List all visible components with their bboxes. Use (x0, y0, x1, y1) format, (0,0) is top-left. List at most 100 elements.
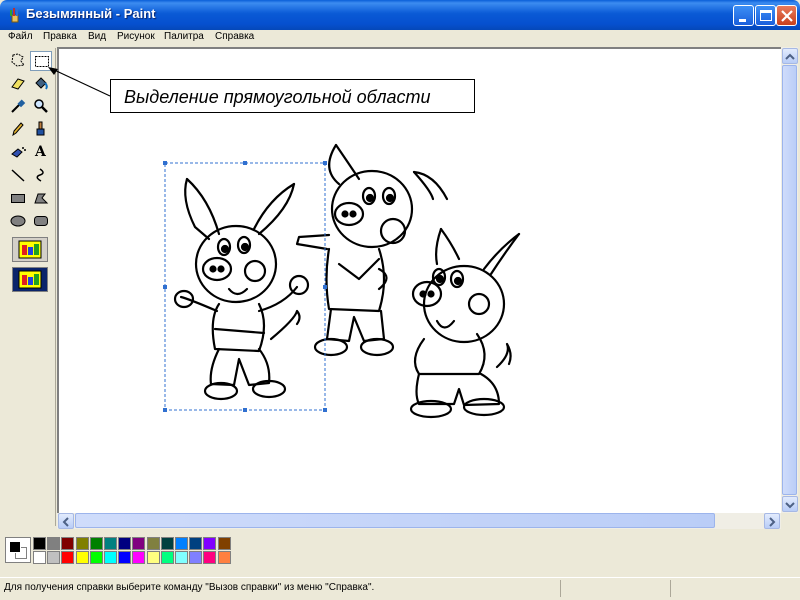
tool-color-picker[interactable] (7, 97, 29, 117)
title-bar[interactable]: Безымянный - Paint (0, 0, 800, 30)
vertical-scroll-thumb[interactable] (782, 65, 797, 495)
brush-icon (36, 121, 45, 136)
callout-text: Выделение прямоугольной области (124, 87, 431, 107)
status-divider (670, 580, 671, 597)
scroll-up-button[interactable] (782, 48, 798, 64)
status-text: Для получения справки выберите команду "… (4, 582, 375, 593)
arrow-left-icon (62, 517, 69, 527)
palette-color-swatch[interactable] (132, 537, 146, 550)
palette-color-swatch[interactable] (89, 537, 103, 550)
tool-magnifier[interactable] (30, 97, 52, 117)
pencil-icon (12, 122, 24, 137)
horizontal-scrollbar[interactable] (57, 513, 781, 529)
tool-pencil[interactable] (7, 120, 29, 140)
curve-icon (36, 168, 44, 182)
palette-color-swatch[interactable] (75, 537, 89, 550)
menu-help[interactable]: Справка (215, 30, 254, 44)
palette-color-swatch[interactable] (146, 537, 160, 550)
palette-color-swatch[interactable] (89, 551, 103, 564)
tool-ellipse[interactable] (7, 212, 29, 232)
paint-window: Безымянный - Paint Файл Правка Вид Рисун… (0, 0, 800, 600)
palette-color-swatch[interactable] (104, 551, 117, 564)
palette-color-swatch[interactable] (160, 551, 174, 564)
maximize-button[interactable] (755, 5, 776, 26)
tool-free-form-select[interactable] (7, 51, 29, 71)
minimize-icon (739, 19, 746, 22)
menu-colors[interactable]: Палитра (164, 30, 204, 44)
tool-rounded-rectangle[interactable] (30, 212, 52, 232)
palette-color-swatch[interactable] (217, 537, 231, 550)
ellipse-icon (10, 215, 26, 227)
palette-color-swatch[interactable] (47, 537, 61, 550)
foreground-color-swatch (9, 541, 21, 553)
window-title: Безымянный - Paint (26, 6, 156, 21)
palette-color-swatch[interactable] (75, 551, 89, 564)
tool-rectangle[interactable] (7, 189, 29, 209)
palette-color-swatch[interactable] (118, 551, 132, 564)
pig-drawing (163, 143, 521, 419)
palette-color-swatch[interactable] (61, 551, 75, 564)
paint-app-icon (10, 8, 19, 23)
tool-options-box (12, 237, 50, 293)
tool-box: A (3, 48, 56, 526)
tool-eraser[interactable] (7, 74, 29, 94)
palette-color-swatch[interactable] (175, 551, 188, 564)
palette-color-swatch[interactable] (132, 551, 146, 564)
palette-color-swatch[interactable] (61, 537, 75, 550)
tool-airbrush[interactable] (7, 143, 29, 163)
magnifier-icon (34, 99, 48, 113)
palette-color-swatch[interactable] (175, 537, 188, 550)
transparent-on-option[interactable] (12, 267, 48, 292)
callout-label: Выделение прямоугольной области (110, 79, 475, 113)
tool-curve[interactable] (30, 166, 52, 186)
tool-text[interactable]: A (30, 143, 52, 163)
transparent-off-option[interactable] (12, 237, 48, 262)
maximize-icon (760, 10, 772, 21)
palette-color-swatch[interactable] (203, 551, 217, 564)
current-colors (5, 537, 31, 563)
menu-image[interactable]: Рисунок (117, 30, 155, 44)
color-picker-icon (11, 99, 26, 113)
close-icon (781, 10, 793, 22)
palette-color-swatch[interactable] (160, 537, 174, 550)
palette-color-swatch[interactable] (189, 537, 203, 550)
size-grip-corner (781, 513, 798, 529)
transparent-selection-icon (18, 270, 42, 289)
eraser-icon (11, 78, 25, 90)
tool-brush[interactable] (30, 120, 52, 140)
minimize-button[interactable] (733, 5, 754, 26)
menu-edit[interactable]: Правка (43, 30, 77, 44)
canvas-workspace (57, 47, 782, 513)
line-icon (11, 169, 25, 182)
menu-bar: Файл Правка Вид Рисунок Палитра Справка (0, 30, 800, 44)
palette-color-swatch[interactable] (33, 551, 46, 564)
tool-polygon[interactable] (30, 189, 52, 209)
palette-color-swatch[interactable] (146, 551, 160, 564)
menu-view[interactable]: Вид (88, 30, 106, 44)
menu-file[interactable]: Файл (8, 30, 33, 44)
arrow-right-icon (769, 517, 776, 527)
free-form-select-icon (11, 53, 25, 67)
drawing-canvas[interactable] (59, 49, 782, 513)
arrow-up-icon (785, 53, 795, 60)
palette-color-swatch[interactable] (47, 551, 61, 564)
polygon-icon (34, 193, 49, 204)
palette-color-swatch[interactable] (189, 551, 203, 564)
arrow-down-icon (785, 502, 795, 509)
close-button[interactable] (776, 5, 797, 26)
scroll-down-button[interactable] (782, 496, 798, 512)
callout-arrow (48, 67, 111, 97)
rounded-rectangle-icon (34, 216, 48, 226)
palette-color-swatch[interactable] (217, 551, 231, 564)
tool-line[interactable] (7, 166, 29, 186)
palette-color-swatch[interactable] (203, 537, 217, 550)
status-bar: Для получения справки выберите команду "… (0, 577, 800, 600)
scroll-left-button[interactable] (58, 513, 74, 529)
horizontal-scroll-thumb[interactable] (75, 513, 715, 528)
palette-color-swatch[interactable] (104, 537, 117, 550)
text-icon: A (35, 144, 46, 160)
palette-color-swatch[interactable] (33, 537, 46, 550)
palette-color-swatch[interactable] (118, 537, 132, 550)
vertical-scrollbar[interactable] (781, 47, 798, 513)
scroll-right-button[interactable] (764, 513, 780, 529)
